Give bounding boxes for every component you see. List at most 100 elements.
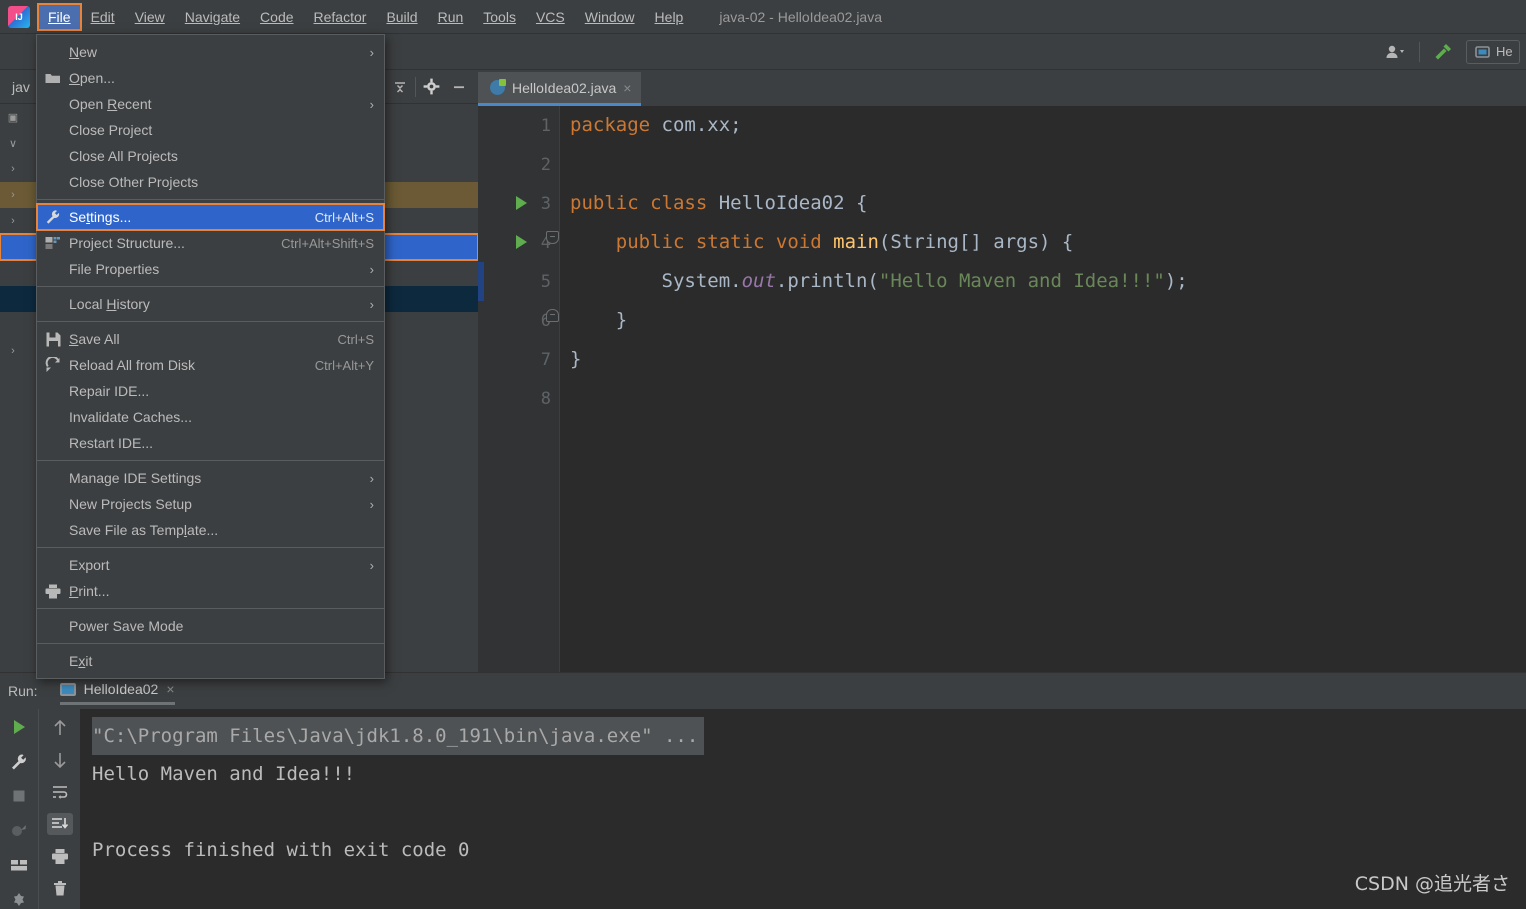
menu-edit[interactable]: Edit: [81, 4, 125, 30]
run-main-gutter-icon[interactable]: [516, 235, 527, 249]
collapse-all-icon[interactable]: [387, 75, 413, 99]
menu-separator: [37, 321, 384, 322]
menu-item-new-projects-setup[interactable]: New Projects Setup ›: [37, 491, 384, 517]
soft-wrap-icon[interactable]: [47, 781, 73, 803]
monitor-icon: ▣: [7, 111, 19, 124]
fold-end-icon[interactable]: −: [546, 309, 559, 322]
menu-run-label: Run: [437, 8, 464, 25]
minimize-icon[interactable]: [446, 75, 472, 99]
menu-tools[interactable]: Tools: [473, 4, 526, 30]
menu-separator: [37, 199, 384, 200]
gear-icon[interactable]: [418, 75, 444, 99]
menu-help[interactable]: Help: [645, 4, 694, 30]
rerun-icon[interactable]: [6, 717, 32, 738]
menu-item-save-file-as-template[interactable]: Save File as Template...: [37, 517, 384, 543]
menu-run[interactable]: Run: [428, 4, 474, 30]
previous-occurrence-icon[interactable]: [47, 717, 73, 739]
menu-vcs[interactable]: VCS: [526, 4, 575, 30]
menu-refactor[interactable]: Refactor: [304, 4, 377, 30]
project-panel-toolbar: [387, 75, 478, 99]
run-config-icon: [1475, 45, 1490, 58]
module-icon: [37, 236, 69, 250]
resume-program-icon[interactable]: [6, 821, 32, 842]
menu-refactor-label: Refactor: [313, 8, 367, 25]
layout-icon[interactable]: [6, 855, 32, 876]
editor-tab-helloidea02[interactable]: HelloIdea02.java ×: [478, 72, 642, 106]
menu-item-settings[interactable]: Settings... Ctrl+Alt+S: [36, 203, 385, 231]
menu-item-file-properties[interactable]: File Properties ›: [37, 256, 384, 282]
print-icon[interactable]: [47, 845, 73, 867]
console-output[interactable]: "C:\Program Files\Java\jdk1.8.0_191\bin\…: [80, 709, 1526, 909]
menu-item-print[interactable]: Print...: [37, 578, 384, 604]
next-occurrence-icon[interactable]: [47, 749, 73, 771]
edit-configuration-wrench-icon[interactable]: [6, 752, 32, 773]
editor-gutter[interactable]: 1 2 3 4 5 6 7 8 − −: [478, 106, 560, 672]
menu-navigate[interactable]: Navigate: [175, 4, 250, 30]
run-tab-label: HelloIdea02: [83, 681, 159, 697]
menu-item-open-recent[interactable]: Open Recent ›: [37, 91, 384, 117]
editor-area: HelloIdea02.java × 1 2 3 4 5 6 7 8 − −: [478, 70, 1526, 672]
wrench-icon: [37, 209, 69, 225]
gutter-line: 7: [540, 349, 551, 370]
menu-item-new[interactable]: New ›: [37, 39, 384, 65]
chevron-right-icon: ›: [369, 96, 374, 112]
menu-view[interactable]: View: [125, 4, 175, 30]
menu-item-power-save-mode[interactable]: Power Save Mode: [37, 613, 384, 639]
clear-all-trash-icon[interactable]: [47, 877, 73, 899]
menu-build-label: Build: [386, 8, 418, 25]
menu-item-export[interactable]: Export ›: [37, 552, 384, 578]
menu-item-restart-ide[interactable]: Restart IDE...: [37, 430, 384, 456]
menu-item-save-all[interactable]: Save All Ctrl+S: [37, 326, 384, 352]
menu-item-invalidate-caches[interactable]: Invalidate Caches...: [37, 404, 384, 430]
run-console-icon: [59, 682, 76, 696]
editor-tab-label: HelloIdea02.java: [512, 79, 617, 96]
settings-icon[interactable]: [6, 890, 32, 909]
menu-item-manage-ide-settings[interactable]: Manage IDE Settings ›: [37, 465, 384, 491]
menu-item-project-structure[interactable]: Project Structure... Ctrl+Alt+Shift+S: [37, 230, 384, 256]
menu-item-exit[interactable]: Exit: [37, 648, 384, 674]
console-line-command: "C:\Program Files\Java\jdk1.8.0_191\bin\…: [92, 717, 705, 755]
menu-item-close-other-projects[interactable]: Close Other Projects: [37, 169, 384, 195]
menu-view-label: View: [134, 8, 165, 25]
run-configuration-selector[interactable]: He: [1466, 39, 1520, 64]
code-text[interactable]: package com.xx; public class HelloIdea02…: [560, 106, 1526, 672]
file-menu-dropdown[interactable]: New › Open... Open Recent › Close Projec…: [36, 34, 385, 679]
stop-icon[interactable]: [6, 786, 32, 807]
menu-shortcut: Ctrl+Alt+Shift+S: [281, 235, 374, 251]
menu-build[interactable]: Build: [376, 4, 427, 30]
menu-separator: [37, 643, 384, 644]
toolbar-divider: [1419, 41, 1420, 62]
menu-file[interactable]: File: [37, 2, 82, 31]
close-icon[interactable]: ×: [623, 80, 631, 96]
run-config-label: He: [1496, 44, 1513, 59]
fold-collapse-icon[interactable]: −: [546, 231, 559, 244]
run-class-gutter-icon[interactable]: [516, 196, 527, 210]
chevron-right-icon: ›: [11, 345, 15, 357]
menu-code[interactable]: Code: [250, 4, 303, 30]
chevron-right-icon: ›: [11, 163, 15, 175]
menu-item-close-all-projects[interactable]: Close All Projects: [37, 143, 384, 169]
close-icon[interactable]: ×: [166, 681, 174, 697]
menu-item-close-project[interactable]: Close Project: [37, 117, 384, 143]
menu-item-reload-all-from-disk[interactable]: Reload All from Disk Ctrl+Alt+Y: [37, 352, 384, 378]
chevron-down-icon: ∨: [8, 137, 18, 150]
menu-window[interactable]: Window: [575, 4, 645, 30]
save-icon: [37, 332, 69, 347]
intellij-logo-icon: [8, 5, 30, 28]
window-title: java-02 - HelloIdea02.java: [719, 8, 882, 25]
build-hammer-icon[interactable]: [1430, 40, 1456, 64]
menu-item-repair-ide[interactable]: Repair IDE...: [37, 378, 384, 404]
reload-icon: [37, 357, 69, 373]
code-line-7: }: [570, 348, 582, 370]
run-tab-helloidea02[interactable]: HelloIdea02 ×: [59, 681, 175, 705]
menu-item-open[interactable]: Open...: [37, 65, 384, 91]
code-area[interactable]: 1 2 3 4 5 6 7 8 − − package com.xx; publ…: [478, 106, 1526, 672]
menu-item-local-history[interactable]: Local History ›: [37, 291, 384, 317]
user-account-icon[interactable]: [1383, 40, 1409, 64]
menu-file-label: File: [48, 8, 71, 25]
chevron-right-icon: ›: [369, 557, 374, 573]
scroll-to-end-icon[interactable]: [46, 813, 73, 835]
menu-edit-label: Edit: [90, 8, 115, 25]
